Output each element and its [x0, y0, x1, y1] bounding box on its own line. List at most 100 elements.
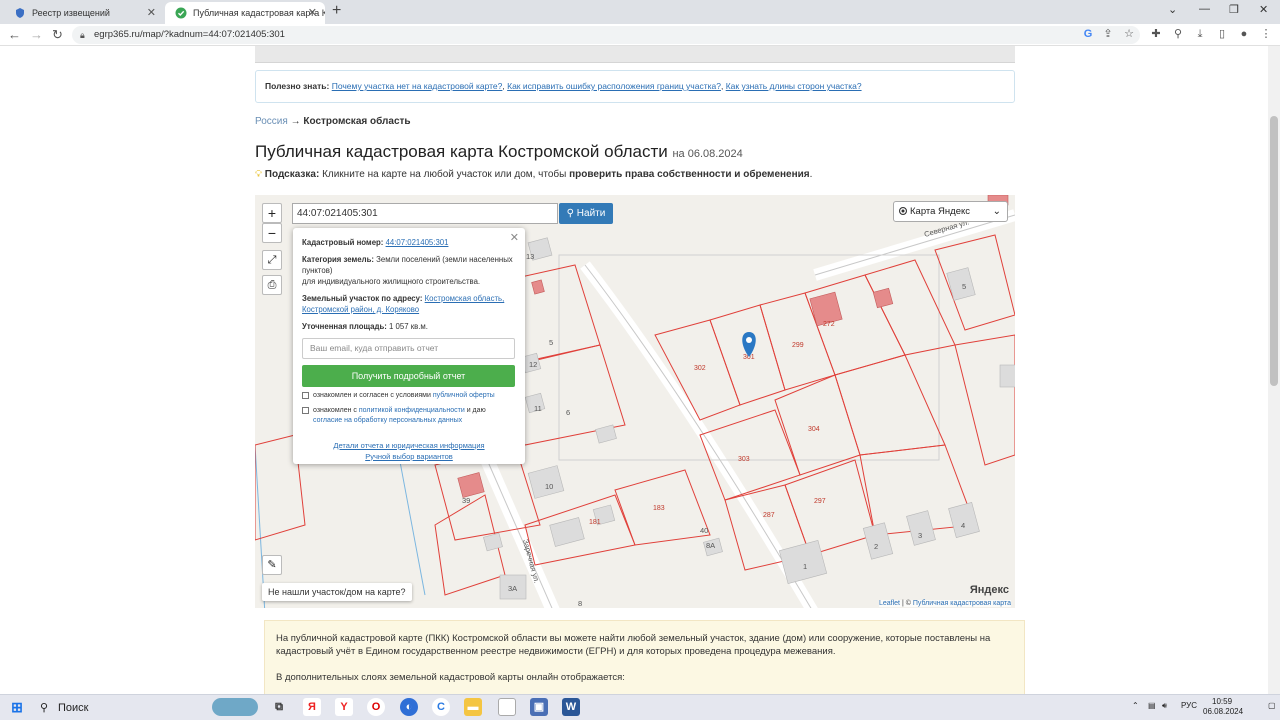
kadnum-link[interactable]: 44:07:021405:301 — [386, 238, 449, 247]
offer-link[interactable]: публичной оферты — [433, 392, 495, 399]
privacy-link[interactable]: политикой конфиденциальности — [359, 407, 465, 414]
tab-search-icon[interactable]: ⌄ — [1168, 3, 1177, 16]
clock-time[interactable]: 10:59 — [1212, 697, 1232, 706]
close-icon[interactable]: ✕ — [510, 231, 519, 244]
close-icon[interactable]: ✕ — [308, 4, 317, 22]
svg-text:40: 40 — [700, 526, 708, 535]
yandex-browser-icon[interactable]: Я — [303, 698, 321, 716]
map-layer-select[interactable]: Карта Яндекс ⌄ — [893, 201, 1008, 222]
not-found-button[interactable]: Не нашли участок/дом на карте? — [262, 583, 412, 601]
details-link[interactable]: Детали отчета и юридическая информация — [333, 441, 484, 450]
chevron-down-icon: ⌄ — [992, 206, 1001, 217]
back-icon[interactable]: ← — [8, 27, 21, 42]
check-circle-icon — [175, 7, 187, 19]
scrollbar-thumb[interactable] — [1270, 116, 1278, 386]
star-icon[interactable]: ☆ — [1123, 28, 1135, 40]
windows-start-icon[interactable]: ⊞ — [8, 698, 26, 716]
manual-link-row: Ручной выбор вариантов — [302, 452, 516, 461]
tab-reestr[interactable]: Реестр извещений ✕ — [4, 2, 164, 24]
address-row: Земельный участок по адресу: Костромская… — [302, 293, 516, 315]
yandex-logo: Яндекс — [969, 584, 1009, 596]
tab-kadastr-map[interactable]: Публичная кадастровая карта К ✕ — [165, 2, 325, 24]
volume-icon[interactable]: 🔊︎ — [1162, 701, 1167, 711]
area-row: Уточненная площадь: 1 057 кв.м. — [302, 321, 516, 332]
privacy-checkbox[interactable] — [302, 406, 309, 414]
keyboard-language[interactable]: РУС — [1181, 701, 1197, 710]
svg-text:5: 5 — [962, 282, 966, 291]
manual-select-link[interactable]: Ручной выбор вариантов — [365, 452, 453, 461]
map-attribution: Leaflet | © Публичная кадастровая карта — [878, 600, 1011, 607]
sidepanel-icon[interactable]: ▯ — [1216, 28, 1228, 40]
notifications-icon[interactable]: ▢ — [1268, 701, 1276, 710]
page-title-text: Публичная кадастровая карта Костромской … — [255, 142, 668, 161]
search-button-label: Найти — [576, 208, 606, 219]
search-icon: ⚲ — [566, 208, 574, 219]
address-bar[interactable]: 🔒︎ egrp365.ru/map/?kadnum=44:07:021405:3… — [72, 26, 1140, 44]
ruler-icon[interactable]: ✎ — [262, 555, 282, 575]
hint-line: 💡︎ Подсказка: Кликните на карте на любой… — [255, 169, 812, 180]
network-app-icon[interactable]: ▣ — [530, 698, 548, 716]
share-icon[interactable]: ⇪ — [1102, 28, 1114, 40]
new-tab-icon[interactable]: + — [332, 2, 341, 20]
extensions-icon[interactable]: ✚ — [1150, 28, 1162, 40]
svg-text:39: 39 — [462, 496, 470, 505]
chevron-up-icon[interactable]: ⌃ — [1132, 701, 1139, 710]
opera-icon[interactable]: O — [367, 698, 385, 716]
forward-icon[interactable]: → — [30, 27, 43, 42]
breadcrumb-arrow: → — [290, 116, 301, 127]
kadnum-search-input[interactable]: 44:07:021405:301 — [292, 203, 558, 224]
pin-icon[interactable]: ⚲ — [1172, 28, 1184, 40]
restore-icon[interactable]: ❐ — [1229, 3, 1239, 16]
parcel-label: 304 — [808, 426, 820, 433]
search-button[interactable]: ⚲ Найти — [559, 203, 613, 224]
svg-text:3А: 3А — [508, 584, 517, 593]
download-icon[interactable]: ⤓ — [1194, 28, 1206, 40]
svg-text:13: 13 — [526, 252, 534, 261]
clock-date[interactable]: 06.08.2024 — [1203, 707, 1243, 716]
tip-link-missing-parcel[interactable]: Почему участка нет на кадастровой карте? — [332, 81, 503, 91]
google-translate-icon[interactable]: G — [1082, 28, 1094, 40]
reload-icon[interactable]: ↻ — [52, 27, 63, 43]
document-icon[interactable] — [498, 698, 516, 716]
parcel-label: 299 — [792, 342, 804, 349]
zoom-in-button[interactable]: + — [262, 203, 282, 223]
offer-checkbox[interactable] — [302, 392, 309, 399]
tip-link-fix-boundaries[interactable]: Как исправить ошибку расположения границ… — [507, 81, 721, 91]
profile-icon[interactable]: ● — [1238, 28, 1250, 40]
privacy-text: ознакомлен с — [313, 406, 357, 414]
pkk-link[interactable]: Публичная кадастровая карта — [913, 600, 1011, 607]
breadcrumb-root[interactable]: Россия — [255, 116, 288, 127]
page-scrollbar[interactable] — [1268, 46, 1280, 694]
network-icon[interactable]: ▤ — [1148, 701, 1156, 710]
consent-link[interactable]: согласие на обработку персональных данны… — [313, 417, 462, 424]
svg-text:4: 4 — [961, 521, 965, 530]
parcel-info-popup: ✕ Кадастровый номер: 44:07:021405:301 Ка… — [293, 228, 525, 464]
svg-text:5: 5 — [549, 338, 553, 347]
file-explorer-icon[interactable]: ▬ — [464, 698, 482, 716]
lightbulb-icon: 💡︎ — [255, 169, 262, 180]
app-icon[interactable]: ◐ — [400, 698, 418, 716]
weather-widget-icon[interactable] — [212, 698, 258, 716]
minimize-icon[interactable]: — — [1199, 3, 1210, 15]
info-paragraph-1: На публичной кадастровой карте (ПКК) Кос… — [276, 633, 991, 657]
tip-link-side-lengths[interactable]: Как узнать длины сторон участка? — [726, 81, 862, 91]
parcel-label: 183 — [653, 505, 665, 512]
fullscreen-icon[interactable]: ⤢ — [262, 250, 282, 270]
word-icon[interactable]: W — [562, 698, 580, 716]
search-icon: ⚲ — [40, 702, 49, 714]
svg-text:6: 6 — [566, 408, 570, 417]
leaflet-link[interactable]: Leaflet — [879, 600, 900, 607]
close-window-icon[interactable]: ✕ — [1259, 3, 1268, 16]
menu-icon[interactable]: ⋮ — [1260, 28, 1272, 40]
chrome-icon[interactable]: C — [432, 698, 450, 716]
task-view-icon[interactable]: ⧉ — [270, 698, 288, 716]
email-field[interactable]: Ваш email, куда отправить отчет — [302, 338, 515, 359]
zoom-out-button[interactable]: − — [262, 223, 282, 243]
close-icon[interactable]: ✕ — [147, 4, 156, 22]
get-report-button[interactable]: Получить подробный отчет — [302, 365, 515, 387]
yandex-app-icon[interactable]: Y — [335, 698, 353, 716]
browser-toolbar: ← → ↻ 🔒︎ egrp365.ru/map/?kadnum=44:07:02… — [0, 24, 1280, 46]
svg-text:1: 1 — [803, 562, 807, 571]
print-icon[interactable]: ⎙ — [262, 275, 282, 295]
cadastral-map[interactable]: 302 301 299 304 303 297 287 183 181 272 … — [255, 195, 1015, 608]
